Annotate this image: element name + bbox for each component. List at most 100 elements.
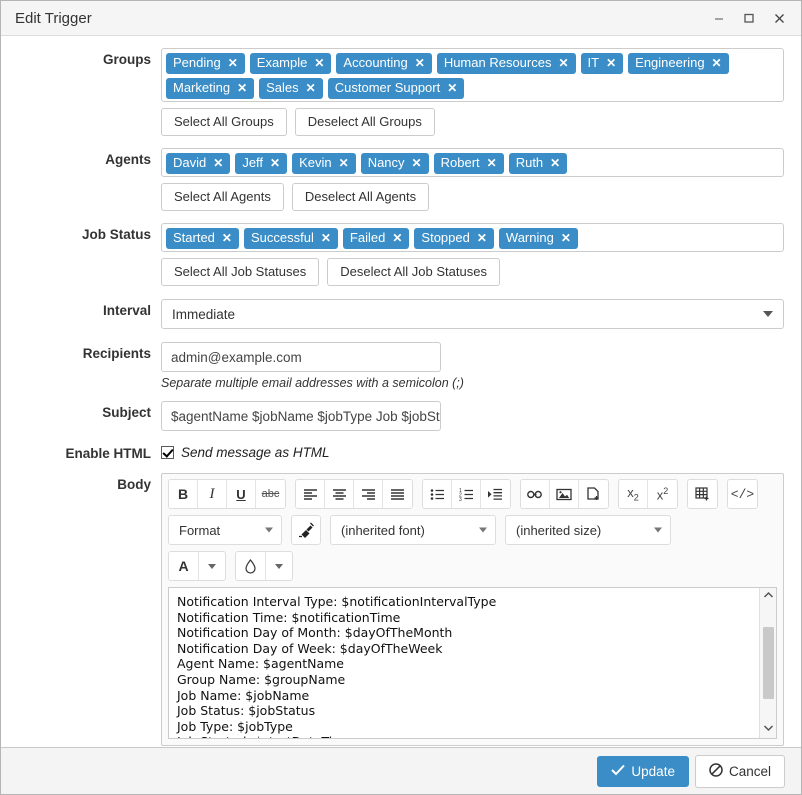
remove-format-icon[interactable] [291,515,321,545]
update-button-label: Update [631,763,675,779]
remove-token-icon[interactable]: ✕ [314,55,324,71]
token-chip[interactable]: Warning ✕ [498,228,578,249]
send-as-html-checkbox[interactable] [161,446,174,459]
body-editor-area[interactable]: Notification Interval Type: $notificatio… [168,587,777,739]
remove-token-icon[interactable]: ✕ [213,155,223,171]
deselect-all-job-statuses-button[interactable]: Deselect All Job Statuses [327,258,500,286]
font-size-select[interactable]: (inherited size) [505,515,671,545]
scrollbar-thumb[interactable] [762,627,774,699]
token-chip[interactable]: Stopped ✕ [414,228,494,249]
update-button[interactable]: Update [597,755,689,787]
token-chip[interactable]: Marketing ✕ [166,78,255,99]
interval-select[interactable]: Immediate [161,299,784,329]
groups-token-input[interactable]: Pending ✕ Example ✕ Accounting ✕ Human Reso… [161,48,784,102]
chevron-down-icon [265,527,273,533]
font-family-select[interactable]: (inherited font) [330,515,496,545]
text-color-dropdown-icon[interactable] [199,552,225,580]
minimize-icon[interactable] [711,10,727,26]
token-chip[interactable]: Started ✕ [166,228,239,249]
text-color-icon[interactable]: A [169,552,199,580]
token-chip[interactable]: Sales ✕ [259,78,323,99]
token-chip[interactable]: Human Resources ✕ [436,53,576,74]
field-job-status: Job Status Started ✕ Successful ✕ Failed ✕ … [1,223,801,286]
token-chip[interactable]: Jeff ✕ [235,153,288,174]
svg-text:3: 3 [459,497,462,501]
table-icon[interactable] [688,480,717,508]
token-chip[interactable]: Engineering ✕ [628,53,729,74]
align-right-icon[interactable] [354,480,383,508]
close-icon[interactable] [771,10,787,26]
editor-toolbar-row-3: A [168,551,777,581]
field-body: Body B I U abc 1 2 3 x2 x2 </> Format (i… [1,473,801,746]
token-chip[interactable]: Successful ✕ [243,228,338,249]
remove-token-icon[interactable]: ✕ [270,155,280,171]
remove-token-icon[interactable]: ✕ [339,155,349,171]
select-all-job-statuses-button[interactable]: Select All Job Statuses [161,258,320,286]
cancel-button[interactable]: Cancel [694,754,785,788]
align-justify-icon[interactable] [383,480,412,508]
highlight-color-icon[interactable] [236,552,266,580]
token-chip[interactable]: Pending ✕ [166,53,245,74]
remove-token-icon[interactable]: ✕ [237,80,247,96]
remove-token-icon[interactable]: ✕ [447,80,457,96]
numbered-list-icon[interactable]: 123 [452,480,481,508]
token-chip[interactable]: David ✕ [166,153,231,174]
remove-token-icon[interactable]: ✕ [306,80,316,96]
remove-token-icon[interactable]: ✕ [712,55,722,71]
underline-icon[interactable]: U [227,480,256,508]
remove-token-icon[interactable]: ✕ [558,55,568,71]
maximize-icon[interactable] [741,10,757,26]
token-chip[interactable]: Failed ✕ [342,228,410,249]
remove-token-icon[interactable]: ✕ [321,230,331,246]
scroll-up-icon[interactable] [763,591,774,602]
remove-token-icon[interactable]: ✕ [606,55,616,71]
superscript-icon[interactable]: x2 [648,480,677,508]
body-content[interactable]: Notification Interval Type: $notificatio… [169,588,759,738]
remove-token-icon[interactable]: ✕ [415,55,425,71]
align-center-icon[interactable] [325,480,354,508]
italic-icon[interactable]: I [198,480,227,508]
token-chip[interactable]: Robert ✕ [433,153,504,174]
insert-page-icon[interactable] [579,480,608,508]
groups-label: Groups [102,52,151,67]
token-label: Warning [505,230,554,245]
deselect-all-groups-button[interactable]: Deselect All Groups [294,108,435,136]
image-icon[interactable] [550,480,579,508]
subscript-icon[interactable]: x2 [619,480,648,508]
job-status-token-input[interactable]: Started ✕ Successful ✕ Failed ✕ Stopped ✕ Wa… [161,223,784,252]
agents-token-input[interactable]: David ✕ Jeff ✕ Kevin ✕ Nancy ✕ Robert ✕ Ruth ✕ [161,148,784,177]
indent-icon[interactable] [481,480,510,508]
highlight-color-dropdown-icon[interactable] [266,552,292,580]
remove-token-icon[interactable]: ✕ [561,230,571,246]
select-all-groups-button[interactable]: Select All Groups [161,108,287,136]
body-scrollbar[interactable] [759,588,776,738]
remove-token-icon[interactable]: ✕ [392,230,402,246]
remove-token-icon[interactable]: ✕ [412,155,422,171]
remove-token-icon[interactable]: ✕ [487,155,497,171]
token-chip[interactable]: Customer Support ✕ [327,78,465,99]
deselect-all-agents-button[interactable]: Deselect All Agents [291,183,430,211]
bold-icon[interactable]: B [169,480,198,508]
strikethrough-icon[interactable]: abc [256,480,285,508]
remove-token-icon[interactable]: ✕ [228,55,238,71]
token-label: Stopped [421,230,470,245]
select-all-agents-button[interactable]: Select All Agents [161,183,284,211]
align-left-icon[interactable] [296,480,325,508]
recipients-input[interactable]: admin@example.com [161,342,441,372]
bullet-list-icon[interactable] [423,480,452,508]
source-code-icon[interactable]: </> [728,480,757,508]
token-chip[interactable]: Kevin ✕ [292,153,356,174]
token-chip[interactable]: Ruth ✕ [508,153,568,174]
remove-token-icon[interactable]: ✕ [222,230,232,246]
link-icon[interactable] [521,480,550,508]
remove-token-icon[interactable]: ✕ [477,230,487,246]
remove-token-icon[interactable]: ✕ [550,155,560,171]
subject-input[interactable]: $agentName $jobName $jobType Job $jobSta… [161,401,441,431]
scroll-down-icon[interactable] [763,724,774,735]
token-chip[interactable]: Accounting ✕ [336,53,432,74]
token-chip[interactable]: Nancy ✕ [360,153,429,174]
chevron-down-icon [479,527,487,533]
format-select[interactable]: Format [168,515,282,545]
token-chip[interactable]: IT ✕ [580,53,624,74]
token-chip[interactable]: Example ✕ [249,53,332,74]
